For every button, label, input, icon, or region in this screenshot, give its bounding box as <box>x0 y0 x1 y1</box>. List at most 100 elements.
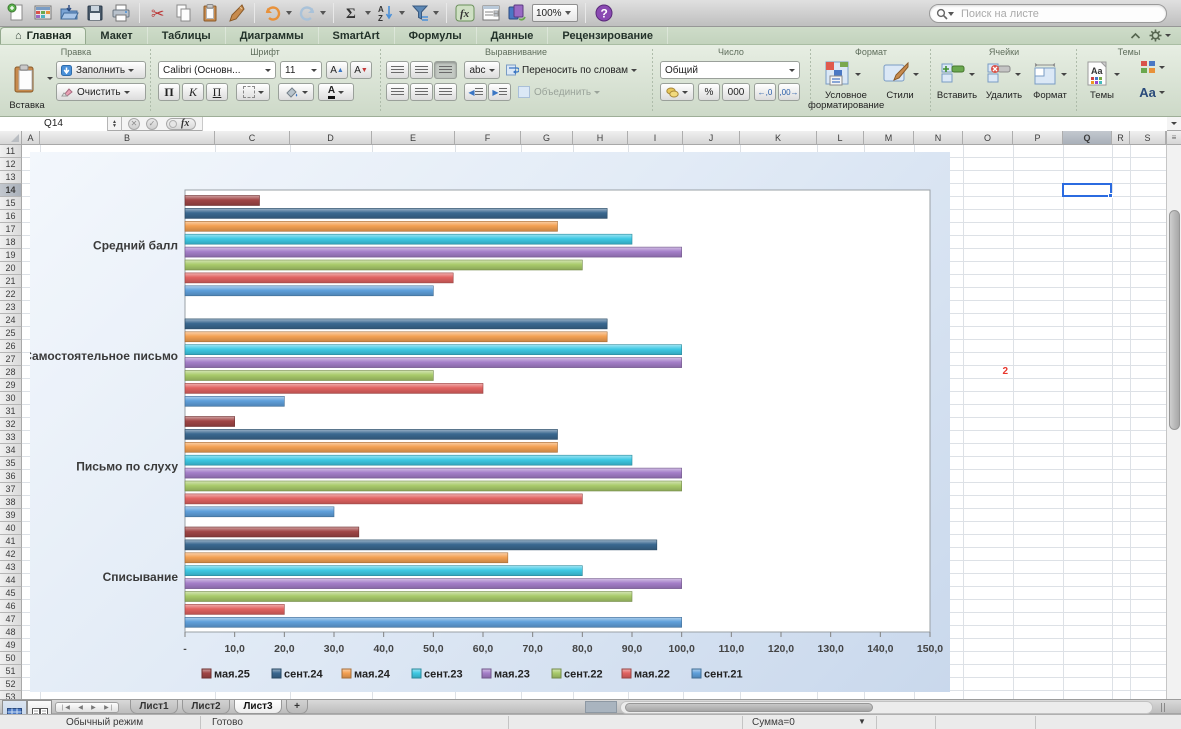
orientation-button[interactable]: abc <box>464 61 500 79</box>
ribbon-settings[interactable] <box>1149 29 1171 42</box>
select-all-corner[interactable] <box>0 131 22 145</box>
row-header-30[interactable]: 30 <box>0 392 22 405</box>
row-header-37[interactable]: 37 <box>0 483 22 496</box>
ribbon-tab-рецензирование[interactable]: Рецензирование <box>548 27 668 44</box>
format-painter-button[interactable] <box>224 3 248 24</box>
row-header-13[interactable]: 13 <box>0 171 22 184</box>
row-header-25[interactable]: 25 <box>0 327 22 340</box>
clear-button[interactable]: Очистить <box>56 83 146 101</box>
search-scope-dropdown-icon[interactable] <box>948 12 954 16</box>
bar-сент.23-1[interactable] <box>185 234 632 244</box>
open-button[interactable] <box>57 3 81 24</box>
column-header-R[interactable]: R <box>1112 131 1130 145</box>
sheet-tab-Лист2[interactable]: Лист2 <box>182 700 230 714</box>
row-header-26[interactable]: 26 <box>0 340 22 353</box>
formula-input[interactable] <box>202 117 1167 131</box>
bar-мая.25-3[interactable] <box>185 417 235 427</box>
bar-сент.21-2[interactable] <box>185 396 284 406</box>
sheet-tab-Лист3[interactable]: Лист3 <box>234 700 282 714</box>
formula-builder-button[interactable]: fx <box>453 3 477 24</box>
row-header-28[interactable]: 28 <box>0 366 22 379</box>
ribbon-tab-диаграммы[interactable]: Диаграммы <box>226 27 319 44</box>
column-header-J[interactable]: J <box>683 131 740 145</box>
bar-сент.22-4[interactable] <box>185 592 632 602</box>
legend-marker-сент.24[interactable] <box>272 669 281 678</box>
row-header-16[interactable]: 16 <box>0 210 22 223</box>
first-sheet-icon[interactable]: ❘◀ <box>60 704 70 711</box>
bar-сент.24-1[interactable] <box>185 208 607 218</box>
cut-button[interactable]: ✂ <box>146 3 170 24</box>
row-header-17[interactable]: 17 <box>0 223 22 236</box>
bar-сент.21-3[interactable] <box>185 507 334 517</box>
sheet-nav-buttons[interactable]: ❘◀ ◀ ▶ ▶❘ <box>55 702 119 713</box>
ribbon-tab-формулы[interactable]: Формулы <box>395 27 477 44</box>
horizontal-scroll-thumb[interactable] <box>625 703 873 712</box>
embedded-chart[interactable]: -10,020,030,040,050,060,070,080,090,0100… <box>30 152 950 692</box>
legend-marker-мая.25[interactable] <box>202 669 211 678</box>
template-gallery-button[interactable] <box>31 3 55 24</box>
selected-cell[interactable] <box>1062 183 1112 197</box>
undo-dropdown-icon[interactable] <box>286 11 292 15</box>
row-header-20[interactable]: 20 <box>0 262 22 275</box>
row-header-11[interactable]: 11 <box>0 145 22 158</box>
row-header-41[interactable]: 41 <box>0 535 22 548</box>
horizontal-scrollbar[interactable] <box>620 701 1153 714</box>
theme-colors-button[interactable] <box>1132 58 1172 76</box>
row-header-40[interactable]: 40 <box>0 522 22 535</box>
ribbon-tab-главная[interactable]: ⌂Главная <box>0 27 86 44</box>
legend-marker-мая.24[interactable] <box>342 669 351 678</box>
column-header-I[interactable]: I <box>628 131 683 145</box>
bar-мая.25-4[interactable] <box>185 527 359 537</box>
bar-сент.21-4[interactable] <box>185 617 682 627</box>
theme-fonts-button[interactable]: Aa <box>1132 83 1172 101</box>
bar-сент.23-4[interactable] <box>185 566 582 576</box>
bar-мая.23-3[interactable] <box>185 468 682 478</box>
number-format-select[interactable]: Общий <box>660 61 800 79</box>
column-header-M[interactable]: M <box>864 131 914 145</box>
filter-button[interactable] <box>408 3 432 24</box>
fill-button[interactable]: Заполнить <box>56 61 146 79</box>
bar-сент.24-3[interactable] <box>185 429 558 439</box>
row-header-18[interactable]: 18 <box>0 236 22 249</box>
merge-cells-button[interactable]: Объединить <box>518 83 638 101</box>
column-header-D[interactable]: D <box>290 131 372 145</box>
column-header-A[interactable]: A <box>22 131 40 145</box>
row-header-23[interactable]: 23 <box>0 301 22 314</box>
column-header-N[interactable]: N <box>914 131 963 145</box>
row-header-53[interactable]: 53 <box>0 691 22 699</box>
bar-мая.25-1[interactable] <box>185 196 260 206</box>
grow-font-button[interactable]: A▲ <box>326 61 348 79</box>
bar-сент.23-3[interactable] <box>185 455 632 465</box>
row-header-33[interactable]: 33 <box>0 431 22 444</box>
bar-мая.23-2[interactable] <box>185 358 682 368</box>
row-header-38[interactable]: 38 <box>0 496 22 509</box>
row-header-46[interactable]: 46 <box>0 600 22 613</box>
bar-сент.23-2[interactable] <box>185 345 682 355</box>
increase-decimal-button[interactable]: ←,0 <box>754 83 776 101</box>
row-header-27[interactable]: 27 <box>0 353 22 366</box>
row-header-45[interactable]: 45 <box>0 587 22 600</box>
row-header-39[interactable]: 39 <box>0 509 22 522</box>
collapse-ribbon-icon[interactable] <box>1130 32 1141 40</box>
align-top-button[interactable] <box>386 61 409 79</box>
bar-сент.24-2[interactable] <box>185 319 607 329</box>
row-header-34[interactable]: 34 <box>0 444 22 457</box>
font-size-select[interactable]: 11 <box>280 61 322 79</box>
row-header-24[interactable]: 24 <box>0 314 22 327</box>
autosum-button[interactable]: Σ <box>340 3 364 24</box>
legend-marker-сент.22[interactable] <box>552 669 561 678</box>
help-button[interactable]: ? <box>592 3 616 24</box>
copy-button[interactable] <box>172 3 196 24</box>
column-header-S[interactable]: S <box>1130 131 1166 145</box>
row-header-15[interactable]: 15 <box>0 197 22 210</box>
aggregate-dropdown-icon[interactable]: ▼ <box>858 717 866 726</box>
bar-сент.21-1[interactable] <box>185 286 433 296</box>
row-header-12[interactable]: 12 <box>0 158 22 171</box>
currency-button[interactable] <box>660 83 694 101</box>
last-sheet-icon[interactable]: ▶❘ <box>104 704 114 711</box>
format-cells-button[interactable] <box>1028 58 1070 90</box>
column-header-L[interactable]: L <box>817 131 864 145</box>
paste-dropdown-icon[interactable] <box>47 77 53 80</box>
sheet-tab-Лист1[interactable]: Лист1 <box>130 700 178 714</box>
wrap-text-button[interactable]: Переносить по словам <box>506 61 646 79</box>
